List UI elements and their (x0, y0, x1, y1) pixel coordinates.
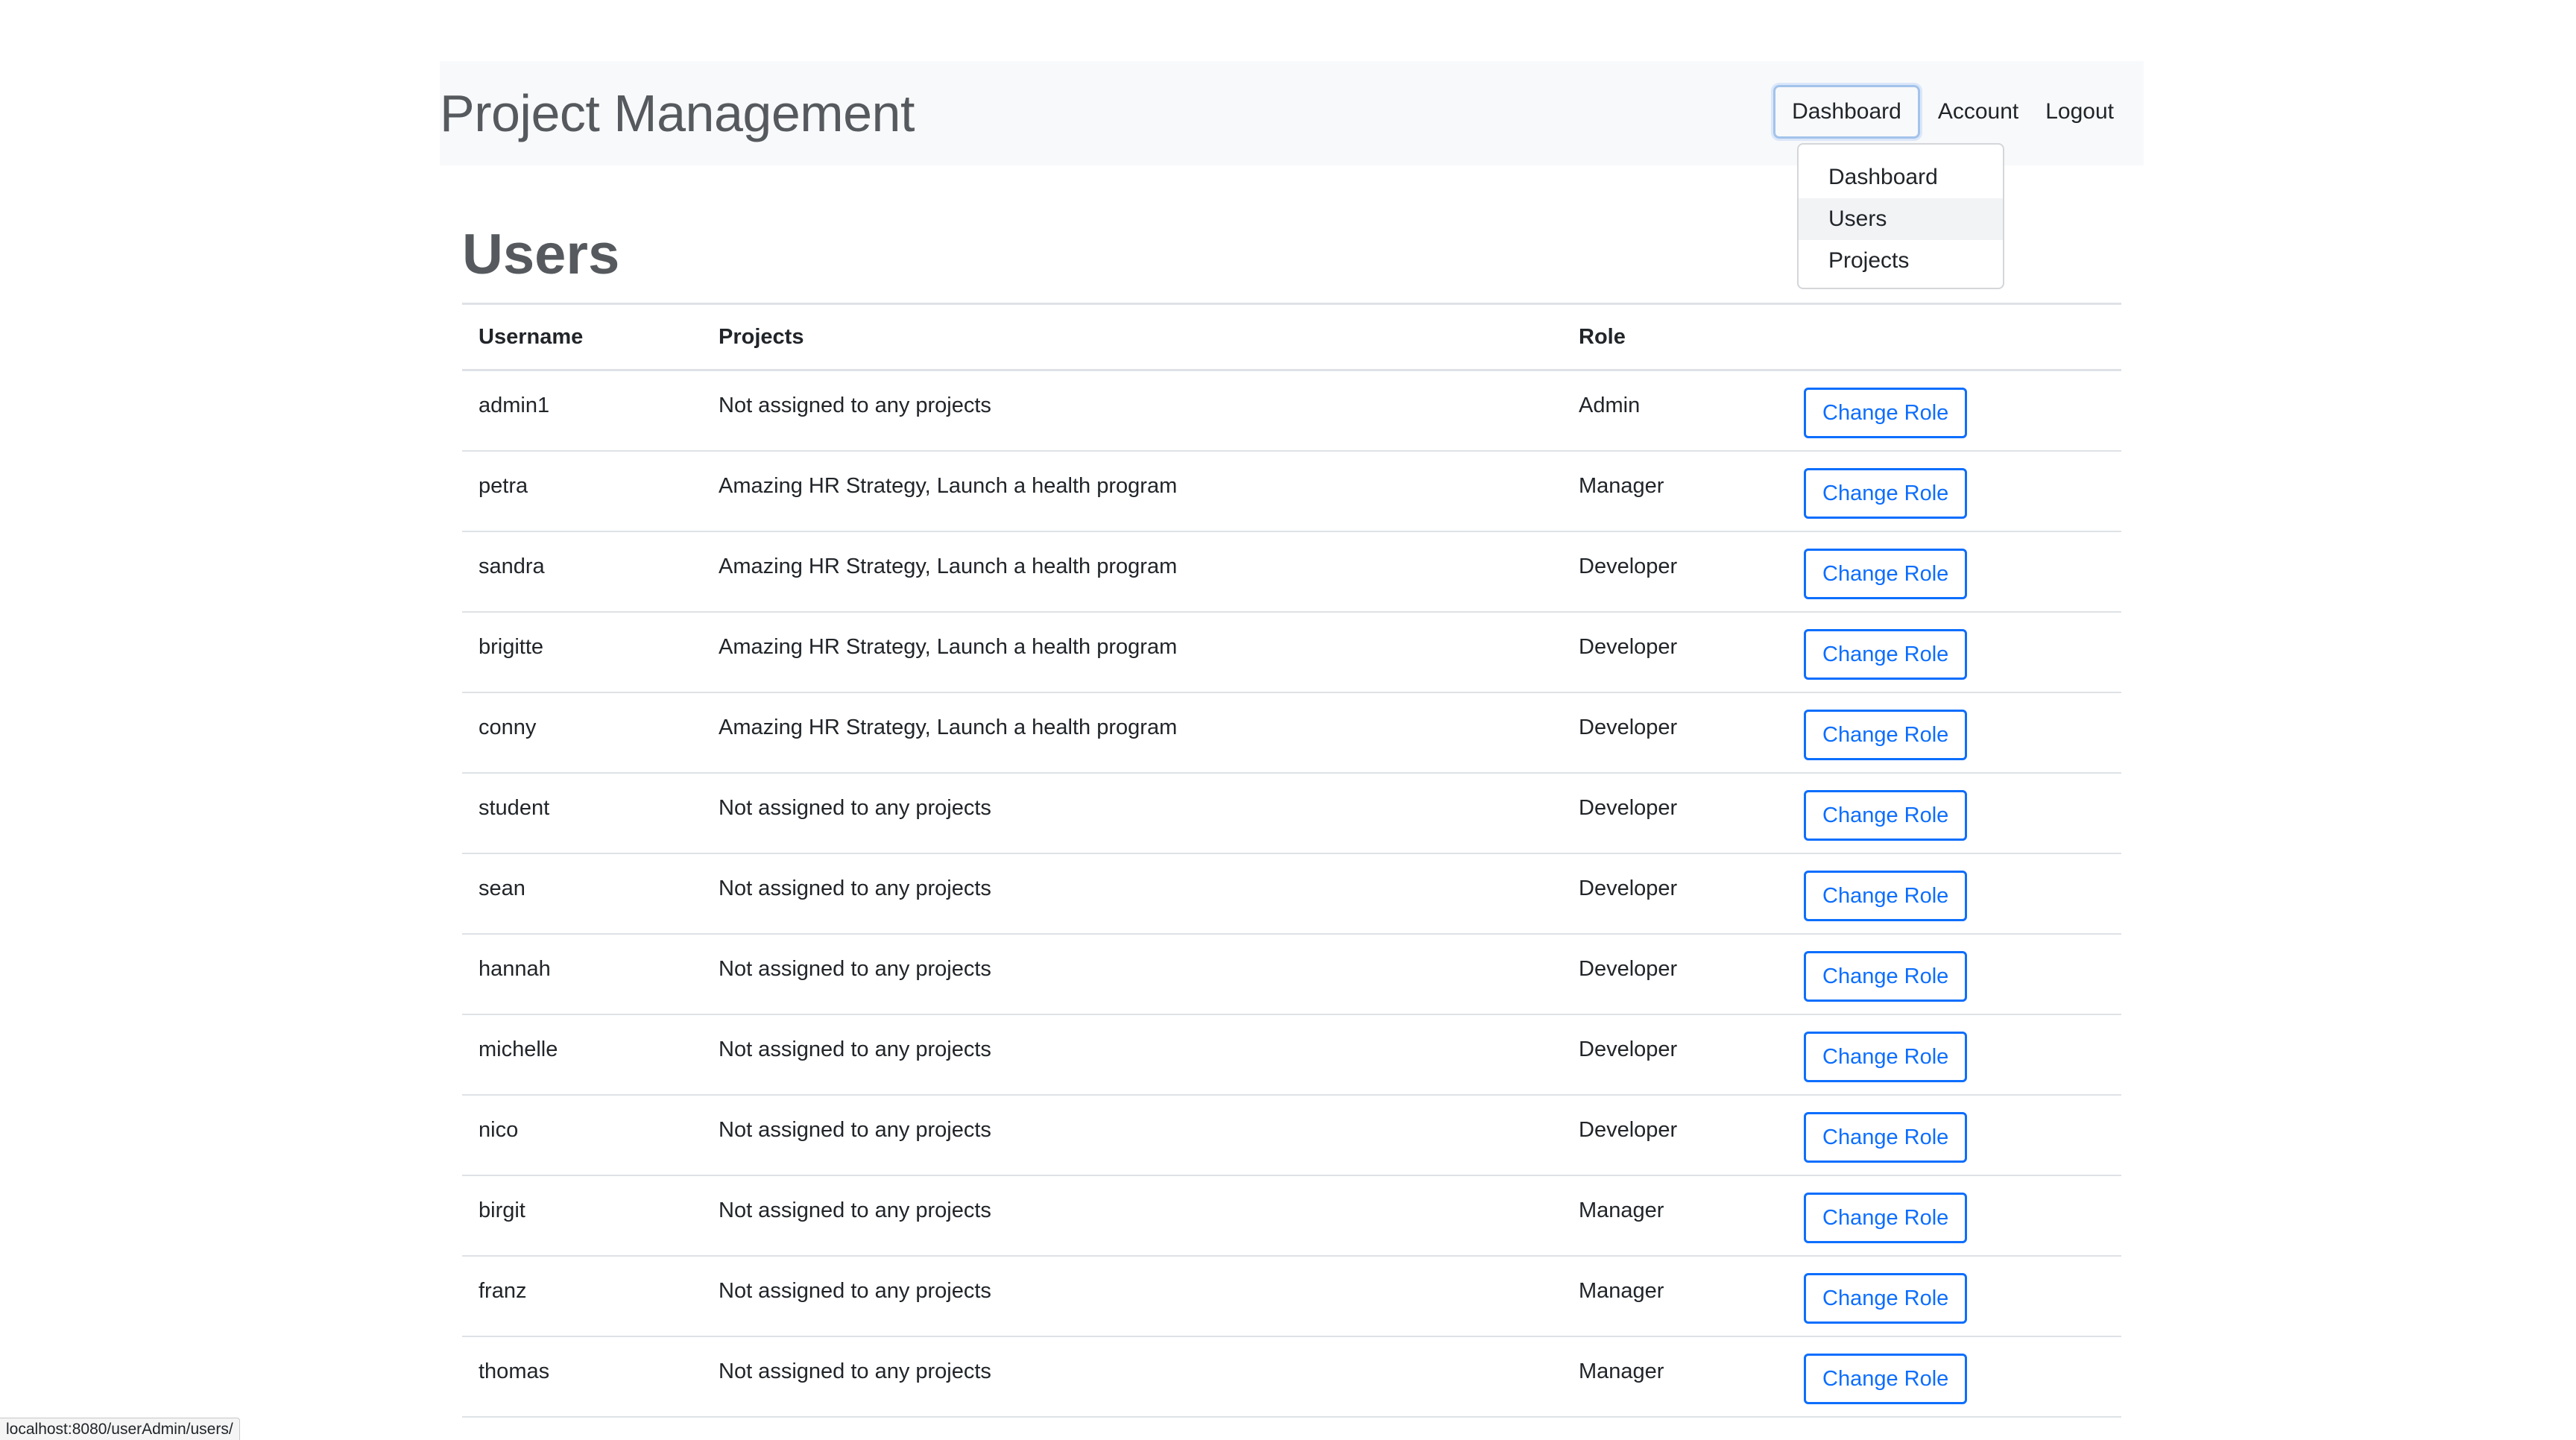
table-row: franz Not assigned to any projects Manag… (462, 1255, 2121, 1337)
cell-username: birgit (462, 1175, 702, 1257)
change-role-button[interactable]: Change Role (1804, 1111, 1968, 1163)
table-row: petra Amazing HR Strategy, Launch a heal… (462, 450, 2121, 532)
table-header-row: Username Projects Role (462, 303, 2121, 371)
change-role-button[interactable]: Change Role (1804, 1353, 1968, 1404)
cell-role: Admin (1562, 370, 1787, 452)
nav-links: Dashboard Account Logout (1773, 85, 2127, 139)
cell-username: nico (462, 1094, 702, 1176)
nav-logout-link[interactable]: Logout (2032, 85, 2127, 139)
cell-username: brigitte (462, 611, 702, 693)
cell-projects: Not assigned to any projects (702, 1014, 1562, 1096)
table-row: sean Not assigned to any projects Develo… (462, 853, 2121, 935)
cell-username: conny (462, 692, 702, 774)
table-row: brigitte Amazing HR Strategy, Launch a h… (462, 611, 2121, 693)
cell-username: petra (462, 450, 702, 532)
change-role-button[interactable]: Change Role (1804, 628, 1968, 680)
cell-projects: Not assigned to any projects (702, 772, 1562, 854)
cell-action: Change Role (1787, 370, 2121, 452)
cell-username: student (462, 772, 702, 854)
table-row: admin1 Not assigned to any projects Admi… (462, 370, 2121, 452)
change-role-button[interactable]: Change Role (1804, 870, 1968, 921)
table-row: birgit Not assigned to any projects Mana… (462, 1175, 2121, 1257)
cell-role: Developer (1562, 853, 1787, 935)
main-content: Users Username Projects Role admin1 Not … (462, 221, 2121, 1418)
cell-action: Change Role (1787, 611, 2121, 693)
cell-username: sandra (462, 531, 702, 613)
change-role-button[interactable]: Change Role (1804, 950, 1968, 1002)
cell-role: Developer (1562, 933, 1787, 1015)
cell-projects: Not assigned to any projects (702, 933, 1562, 1015)
cell-username: franz (462, 1255, 702, 1337)
cell-role: Developer (1562, 611, 1787, 693)
cell-action: Change Role (1787, 1094, 2121, 1176)
page-title: Users (462, 223, 620, 286)
browser-status-url: localhost:8080/userAdmin/users/ (0, 1418, 240, 1440)
cell-action: Change Role (1787, 1336, 2121, 1418)
cell-projects: Amazing HR Strategy, Launch a health pro… (702, 692, 1562, 774)
cell-action: Change Role (1787, 692, 2121, 774)
cell-action: Change Role (1787, 1255, 2121, 1337)
table-row: thomas Not assigned to any projects Mana… (462, 1336, 2121, 1418)
cell-action: Change Role (1787, 1014, 2121, 1096)
cell-projects: Not assigned to any projects (702, 1255, 1562, 1337)
cell-action: Change Role (1787, 933, 2121, 1015)
cell-username: sean (462, 853, 702, 935)
cell-role: Developer (1562, 1014, 1787, 1096)
cell-projects: Amazing HR Strategy, Launch a health pro… (702, 611, 1562, 693)
header-actions (1787, 303, 2121, 371)
cell-projects: Not assigned to any projects (702, 1336, 1562, 1418)
header-username: Username (462, 303, 702, 371)
cell-projects: Not assigned to any projects (702, 1175, 1562, 1257)
change-role-button[interactable]: Change Role (1804, 709, 1968, 760)
cell-username: hannah (462, 933, 702, 1015)
cell-action: Change Role (1787, 853, 2121, 935)
nav-dashboard-dropdown-toggle[interactable]: Dashboard (1773, 85, 1920, 139)
change-role-button[interactable]: Change Role (1804, 1031, 1968, 1082)
cell-username: thomas (462, 1336, 702, 1418)
change-role-button[interactable]: Change Role (1804, 548, 1968, 599)
table-row: hannah Not assigned to any projects Deve… (462, 933, 2121, 1015)
cell-role: Developer (1562, 692, 1787, 774)
cell-action: Change Role (1787, 450, 2121, 532)
cell-role: Manager (1562, 1255, 1787, 1337)
cell-action: Change Role (1787, 772, 2121, 854)
nav-account-link[interactable]: Account (1925, 85, 2032, 139)
table-row: student Not assigned to any projects Dev… (462, 772, 2121, 854)
cell-role: Developer (1562, 772, 1787, 854)
cell-action: Change Role (1787, 531, 2121, 613)
header-role: Role (1562, 303, 1787, 371)
users-table: Username Projects Role admin1 Not assign… (462, 303, 2121, 1418)
table-row: sandra Amazing HR Strategy, Launch a hea… (462, 531, 2121, 613)
cell-projects: Amazing HR Strategy, Launch a health pro… (702, 450, 1562, 532)
change-role-button[interactable]: Change Role (1804, 467, 1968, 519)
cell-projects: Amazing HR Strategy, Launch a health pro… (702, 531, 1562, 613)
cell-projects: Not assigned to any projects (702, 1094, 1562, 1176)
table-row: nico Not assigned to any projects Develo… (462, 1094, 2121, 1176)
table-row: conny Amazing HR Strategy, Launch a heal… (462, 692, 2121, 774)
cell-projects: Not assigned to any projects (702, 853, 1562, 935)
change-role-button[interactable]: Change Role (1804, 789, 1968, 841)
cell-username: michelle (462, 1014, 702, 1096)
page: Project Management Dashboard Account Log… (0, 0, 2576, 1440)
table-body: admin1 Not assigned to any projects Admi… (462, 370, 2121, 1418)
cell-action: Change Role (1787, 1175, 2121, 1257)
brand-title[interactable]: Project Management (440, 82, 915, 145)
cell-role: Manager (1562, 450, 1787, 532)
cell-role: Developer (1562, 1094, 1787, 1176)
cell-username: admin1 (462, 370, 702, 452)
change-role-button[interactable]: Change Role (1804, 388, 1968, 438)
header-projects: Projects (702, 303, 1562, 371)
change-role-button[interactable]: Change Role (1804, 1272, 1968, 1324)
table-row: michelle Not assigned to any projects De… (462, 1014, 2121, 1096)
dropdown-item-dashboard[interactable]: Dashboard (1799, 157, 2003, 198)
cell-role: Manager (1562, 1336, 1787, 1418)
cell-role: Developer (1562, 531, 1787, 613)
cell-role: Manager (1562, 1175, 1787, 1257)
change-role-button[interactable]: Change Role (1804, 1192, 1968, 1243)
cell-projects: Not assigned to any projects (702, 370, 1562, 452)
